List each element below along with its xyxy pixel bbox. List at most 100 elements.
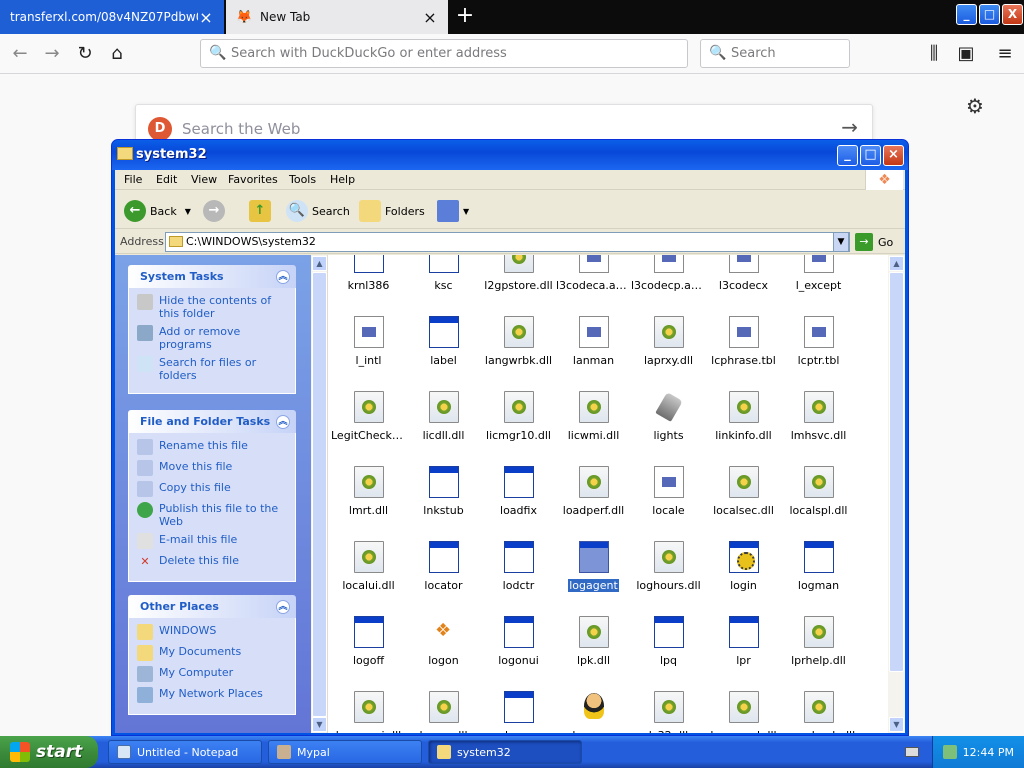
minimize-button[interactable]: _ (956, 4, 977, 25)
search-bar[interactable]: 🔍 Search (700, 39, 850, 68)
file-item[interactable]: lpk.dll (556, 616, 631, 691)
task-search-files[interactable]: Search for files or folders (137, 356, 287, 382)
task-move-file[interactable]: Move this file (137, 460, 287, 476)
task-delete-file[interactable]: ✕ Delete this file (137, 554, 287, 570)
library-icon[interactable]: ⫼ (921, 41, 947, 67)
browser-tab-transferxl[interactable]: transferxl.com/08v4NZ07Pdbw0R × (0, 0, 224, 34)
close-tab-icon[interactable]: × (422, 8, 438, 27)
new-tab-button[interactable]: + (452, 4, 478, 30)
file-item[interactable]: licmgr10.dll (481, 391, 556, 466)
chevron-up-icon[interactable]: ︽ (276, 600, 290, 614)
menu-tools[interactable]: Tools (289, 173, 316, 186)
file-item[interactable]: l3codeca.acm (556, 255, 631, 316)
scroll-up-icon[interactable]: ▲ (312, 256, 327, 271)
scroll-down-icon[interactable]: ▼ (312, 717, 327, 732)
file-item[interactable]: licwmi.dll (556, 391, 631, 466)
close-window-button[interactable]: X (1002, 4, 1023, 25)
file-item[interactable]: lcptr.tbl (781, 316, 856, 391)
file-item[interactable]: locator (406, 541, 481, 616)
file-item[interactable]: login (706, 541, 781, 616)
file-item[interactable]: licdll.dll (406, 391, 481, 466)
file-item[interactable]: loadperf.dll (556, 466, 631, 541)
scrollbar[interactable]: ▲ ▼ (311, 255, 328, 733)
file-item[interactable]: lmrt.dll (331, 466, 406, 541)
file-item[interactable]: LegitCheckC... (331, 391, 406, 466)
menu-view[interactable]: View (191, 173, 217, 186)
file-item[interactable]: l_intl (331, 316, 406, 391)
forward-icon[interactable]: → (39, 41, 65, 67)
views-button[interactable]: ▼ (437, 199, 469, 223)
scroll-down-icon[interactable]: ▼ (889, 717, 904, 732)
sidebar-icon[interactable]: ▣ (953, 41, 979, 67)
task-hide-contents[interactable]: Hide the contents of this folder (137, 294, 287, 320)
panel-header[interactable]: Other Places ︽ (128, 595, 296, 618)
file-item[interactable]: l2gpstore.dll (481, 255, 556, 316)
file-item[interactable]: lprhelp.dll (781, 616, 856, 691)
maximize-button[interactable]: □ (979, 4, 1000, 25)
taskbar-item-system32[interactable]: system32 (428, 740, 582, 764)
place-my-documents[interactable]: My Documents (137, 645, 287, 661)
start-button[interactable]: start (0, 736, 98, 768)
keyboard-icon[interactable] (905, 747, 919, 757)
taskbar-item-notepad[interactable]: Untitled - Notepad (108, 740, 262, 764)
up-folder-button[interactable]: ↑ (249, 199, 275, 223)
scroll-thumb[interactable] (889, 272, 904, 672)
file-item[interactable]: linkinfo.dll (706, 391, 781, 466)
file-item[interactable]: logoff (331, 616, 406, 691)
chevron-up-icon[interactable]: ︽ (276, 270, 290, 284)
panel-header[interactable]: System Tasks ︽ (128, 265, 296, 288)
place-my-network[interactable]: My Network Places (137, 687, 287, 703)
file-item[interactable]: localsec.dll (706, 466, 781, 541)
file-item[interactable]: logman (781, 541, 856, 616)
go-button[interactable]: → Go (855, 233, 893, 251)
tray-icon[interactable] (943, 745, 957, 759)
browser-tab-new-tab[interactable]: 🦊 New Tab × (226, 0, 448, 34)
file-item[interactable]: lpr (706, 616, 781, 691)
reload-icon[interactable]: ↻ (72, 41, 98, 67)
file-item[interactable]: langwrbk.dll (481, 316, 556, 391)
place-my-computer[interactable]: My Computer (137, 666, 287, 682)
arrow-right-icon[interactable]: → (841, 115, 858, 139)
task-add-remove-programs[interactable]: Add or remove programs (137, 325, 287, 351)
menu-icon[interactable]: ≡ (992, 41, 1018, 67)
panel-header[interactable]: File and Folder Tasks ︽ (128, 410, 296, 433)
task-copy-file[interactable]: Copy this file (137, 481, 287, 497)
file-item[interactable]: l3codecx (706, 255, 781, 316)
back-button[interactable]: ← Back ▼ (124, 199, 191, 223)
close-button[interactable]: × (883, 145, 904, 166)
file-item[interactable]: loadfix (481, 466, 556, 541)
file-item[interactable]: mag_hook.dll (781, 691, 856, 733)
file-item[interactable]: lanman (556, 316, 631, 391)
file-item[interactable]: laprxy.dll (631, 316, 706, 391)
file-item[interactable]: lsass (481, 691, 556, 733)
scroll-up-icon[interactable]: ▲ (889, 256, 904, 271)
file-item[interactable]: lnkstub (406, 466, 481, 541)
file-item[interactable]: ksc (406, 255, 481, 316)
file-item[interactable]: lmhsvc.dll (781, 391, 856, 466)
file-item[interactable]: l_except (781, 255, 856, 316)
file-item[interactable]: lodctr (481, 541, 556, 616)
file-item[interactable]: locale (631, 466, 706, 541)
file-item[interactable]: label (406, 316, 481, 391)
scrollbar[interactable]: ▲ ▼ (888, 255, 905, 733)
file-item[interactable]: krnl386 (331, 255, 406, 316)
file-item[interactable]: lprmonui.dll (331, 691, 406, 733)
file-item[interactable]: l3codecp.acm (631, 255, 706, 316)
task-rename-file[interactable]: Rename this file (137, 439, 287, 455)
maximize-button[interactable]: □ (860, 145, 881, 166)
file-item[interactable]: localspl.dll (781, 466, 856, 541)
clock[interactable]: 12:44 PM (963, 746, 1014, 759)
settings-icon[interactable]: ⚙ (966, 94, 984, 118)
address-field[interactable]: C:\WINDOWS\system32 (165, 232, 850, 252)
place-windows[interactable]: WINDOWS (137, 624, 287, 640)
folders-button[interactable]: Folders (359, 199, 425, 223)
menu-edit[interactable]: Edit (156, 173, 177, 186)
file-item[interactable]: lcphrase.tbl (706, 316, 781, 391)
file-item[interactable]: logon (406, 616, 481, 691)
file-item[interactable]: lights (631, 391, 706, 466)
taskbar-item-mypal[interactable]: Mypal (268, 740, 422, 764)
minimize-button[interactable]: _ (837, 145, 858, 166)
file-item[interactable]: logagent (556, 541, 631, 616)
menu-favorites[interactable]: Favorites (228, 173, 278, 186)
scroll-thumb[interactable] (312, 272, 327, 717)
